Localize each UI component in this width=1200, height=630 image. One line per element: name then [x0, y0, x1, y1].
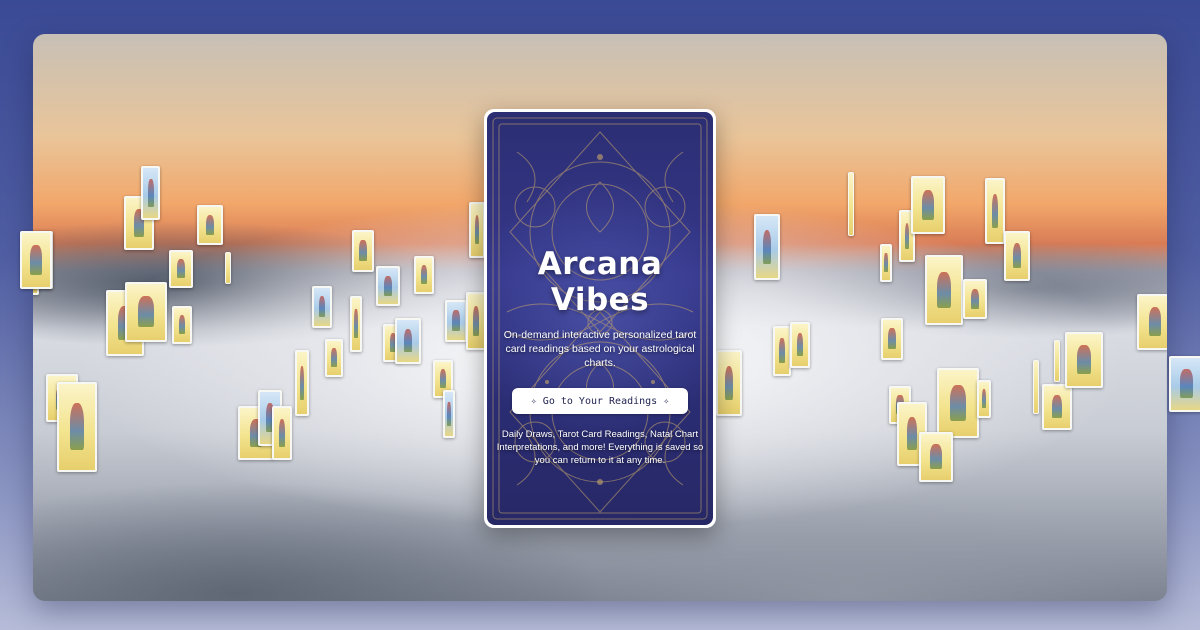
floating-tarot-card [919, 432, 953, 482]
floating-tarot-card [937, 368, 979, 438]
floating-tarot-card [790, 322, 810, 368]
floating-tarot-card [445, 300, 467, 342]
sparkle-icon: ✧ [530, 395, 537, 407]
hero-description: Daily Draws, Tarot Card Readings, Natal … [496, 429, 704, 466]
floating-tarot-card [963, 279, 987, 319]
floating-tarot-card [1169, 356, 1200, 412]
floating-tarot-card [141, 166, 160, 220]
hero-subtitle: On-demand interactive personalized tarot… [503, 329, 697, 369]
floating-tarot-card [881, 318, 903, 360]
floating-tarot-card [754, 214, 780, 280]
floating-tarot-card [443, 390, 455, 438]
floating-tarot-card [848, 172, 854, 236]
floating-tarot-card [352, 230, 374, 272]
floating-tarot-card [172, 306, 192, 344]
floating-tarot-card [395, 318, 421, 364]
floating-tarot-card [272, 406, 292, 460]
floating-tarot-card [977, 380, 991, 418]
floating-tarot-card [1065, 332, 1103, 388]
floating-tarot-card [1033, 360, 1039, 414]
floating-tarot-card [1137, 294, 1167, 350]
floating-tarot-card [1042, 384, 1072, 430]
floating-tarot-card [880, 244, 892, 282]
go-to-readings-button[interactable]: ✧ Go to Your Readings ✧ [512, 388, 688, 414]
floating-tarot-card [197, 205, 223, 245]
floating-tarot-card [225, 252, 231, 284]
floating-tarot-card [57, 382, 97, 472]
floating-tarot-card [1054, 340, 1060, 382]
floating-tarot-card [1004, 231, 1030, 281]
hero-tarot-card: Arcana Vibes On-demand interactive perso… [484, 109, 716, 528]
floating-tarot-card [20, 231, 52, 289]
page-title: Arcana Vibes [537, 246, 663, 318]
floating-tarot-card [169, 250, 193, 288]
floating-tarot-card [925, 255, 963, 325]
tarot-card-back: Arcana Vibes On-demand interactive perso… [487, 112, 713, 525]
floating-tarot-card [325, 339, 343, 377]
go-to-readings-label: Go to Your Readings [542, 395, 658, 407]
floating-tarot-card [773, 326, 791, 376]
hero-content: Arcana Vibes On-demand interactive perso… [487, 246, 713, 467]
sparkle-icon: ✧ [663, 395, 670, 407]
floating-tarot-card [376, 266, 400, 306]
floating-tarot-card [469, 202, 485, 258]
floating-tarot-card [716, 350, 742, 416]
floating-tarot-card [125, 282, 167, 342]
floating-tarot-card [985, 178, 1005, 244]
floating-tarot-card [466, 292, 486, 350]
floating-tarot-card [312, 286, 332, 328]
floating-tarot-card [350, 296, 362, 352]
floating-tarot-card [295, 350, 309, 416]
floating-tarot-card [414, 256, 434, 294]
floating-tarot-card [911, 176, 945, 234]
